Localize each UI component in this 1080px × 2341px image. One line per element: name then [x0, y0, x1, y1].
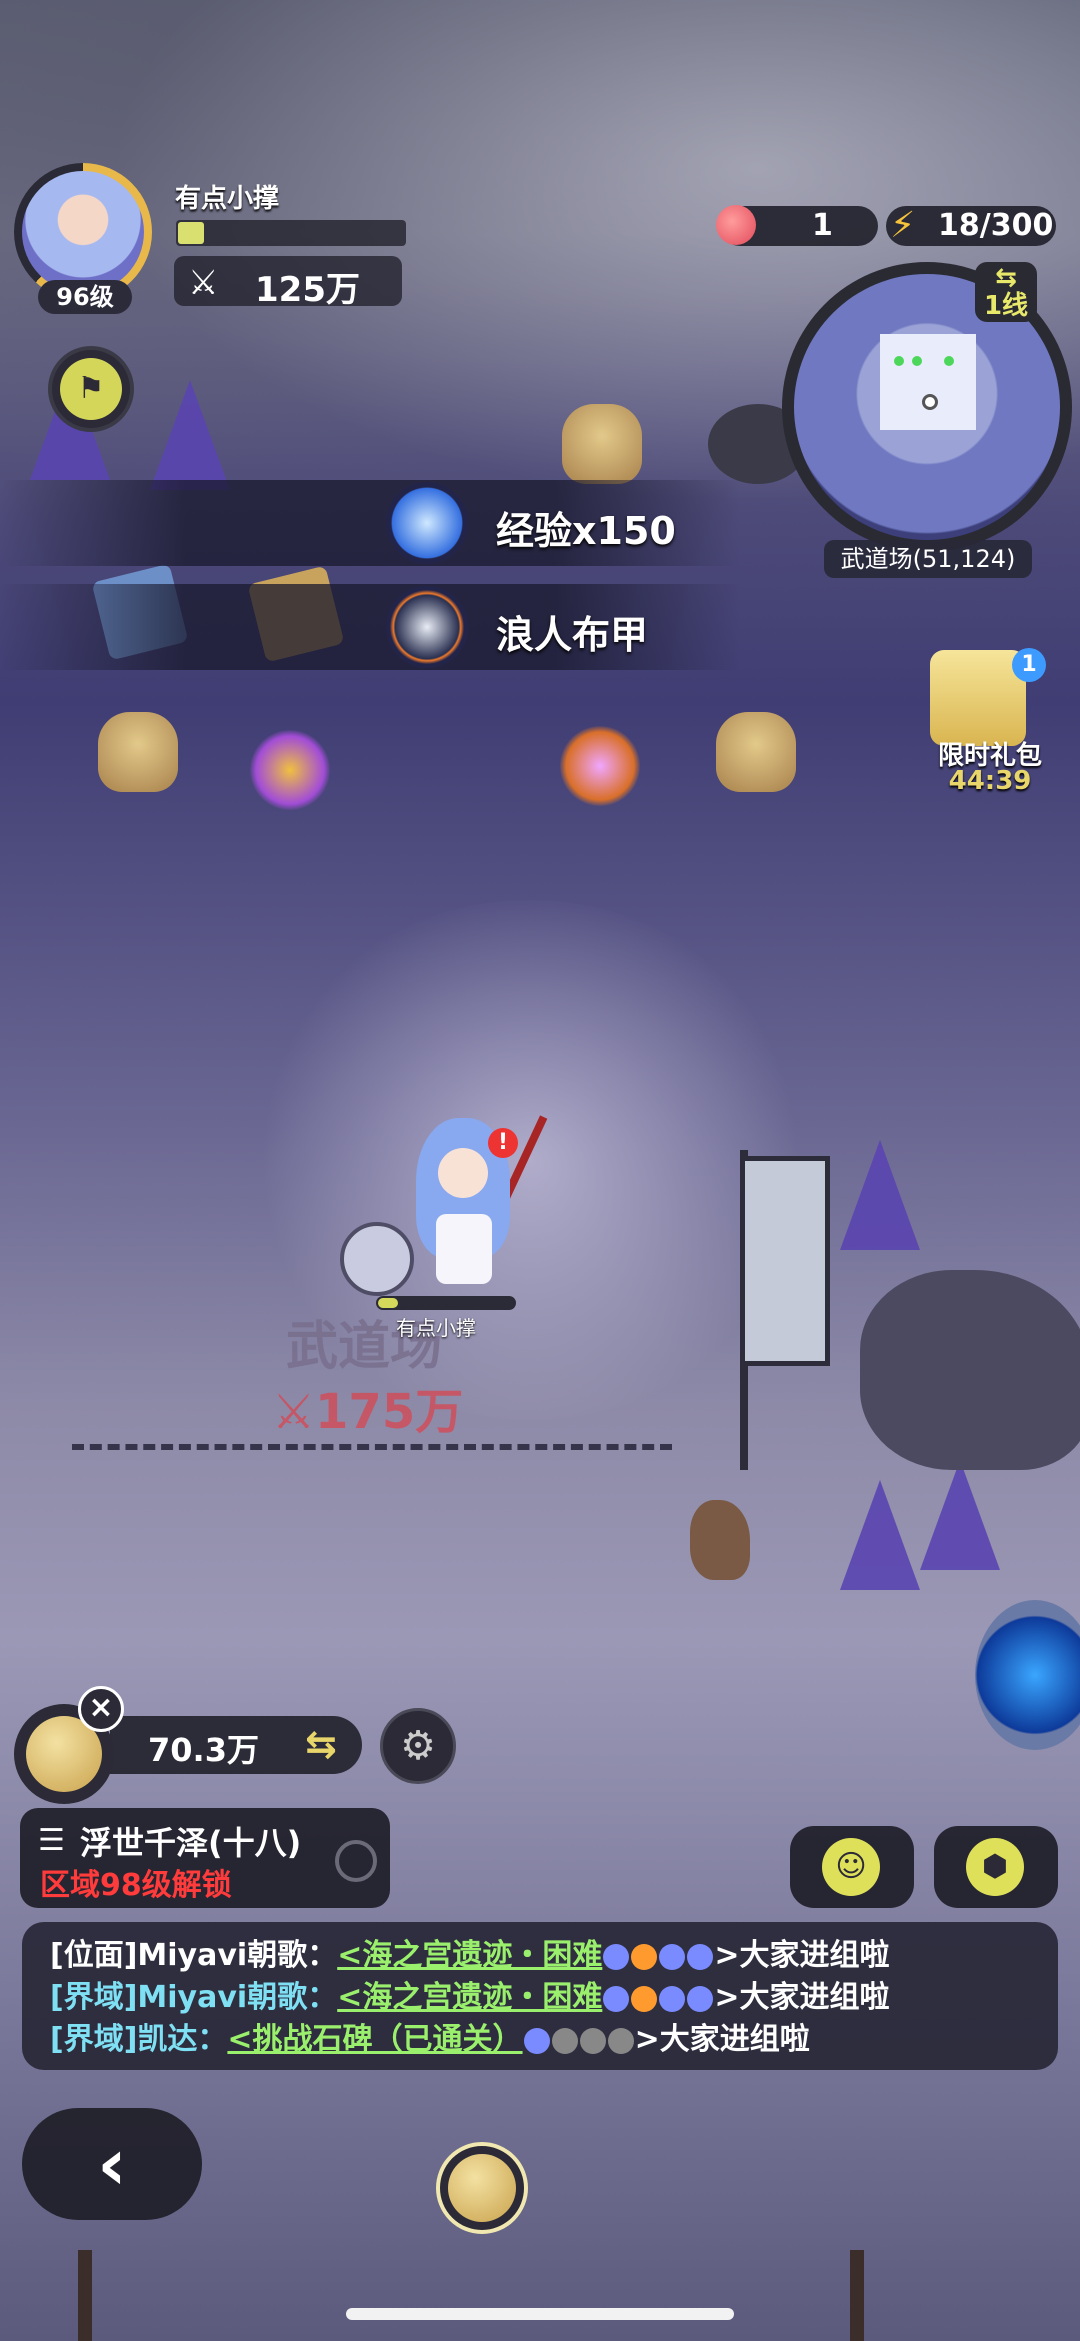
- gem-icon: [687, 1985, 714, 2012]
- lightning-icon: ⚡: [890, 205, 916, 246]
- player-name: 有点小撑: [175, 184, 280, 214]
- energy-value: 18/300: [938, 208, 1054, 243]
- exp-bar: [176, 220, 406, 246]
- exp-bar-fill: [178, 222, 204, 244]
- minimap-marker: [894, 356, 904, 366]
- pet-companion[interactable]: [340, 1222, 414, 1296]
- quest-name: 浮世千泽(十八): [80, 1824, 302, 1862]
- sack-item[interactable]: [716, 712, 796, 792]
- inventory-button[interactable]: ⬢: [934, 1826, 1058, 1908]
- quest-requirement: 区域98级解锁: [40, 1868, 232, 1903]
- sack-item[interactable]: [98, 712, 178, 792]
- exp-orb-icon: [386, 482, 468, 564]
- crystal-item[interactable]: [560, 726, 640, 806]
- target-icon[interactable]: [335, 1840, 377, 1882]
- chat-line[interactable]: [界域]Miyavi朝歌：<海之宫遗迹・困难 >大家进组啦: [50, 1972, 889, 2016]
- gem-icon: [631, 1943, 658, 1970]
- swap-icon: ⇆: [995, 263, 1017, 293]
- home-indicator[interactable]: [346, 2308, 734, 2320]
- chat-text: >大家进组啦: [714, 1980, 890, 2015]
- sack-item[interactable]: [562, 404, 642, 484]
- flag-icon: ⚑: [60, 358, 122, 420]
- fence-post: [78, 2250, 92, 2341]
- minimap-marker: [944, 356, 954, 366]
- loot-text: 经验x150: [496, 509, 676, 553]
- avatar[interactable]: [22, 171, 144, 293]
- chat-channel: [界域]凯达：: [50, 2022, 228, 2057]
- power-value: 125万: [255, 270, 360, 310]
- level-badge: 96级: [38, 280, 132, 314]
- guild-flag-button[interactable]: ⚑: [48, 346, 134, 432]
- chat-link[interactable]: <海之宫遗迹・困难: [337, 1938, 602, 1973]
- center-coin-button[interactable]: [436, 2142, 528, 2234]
- gem-icon: [551, 2027, 578, 2054]
- crystal-decoration: [150, 380, 230, 490]
- character-outfit: [436, 1214, 492, 1284]
- chat-text: >大家进组啦: [634, 2022, 810, 2057]
- gem-icon: [603, 1985, 630, 2012]
- coin-icon: [448, 2154, 516, 2222]
- chat-panel[interactable]: [位面]Miyavi朝歌：<海之宫遗迹・困难 >大家进组啦 [界域]Miyavi朝…: [22, 1922, 1058, 2070]
- portal[interactable]: [975, 1600, 1080, 1750]
- gem-icon: [687, 1943, 714, 1970]
- peach-icon: [716, 205, 756, 245]
- minimap-marker: [912, 356, 922, 366]
- chat-channel: [位面]Miyavi朝歌：: [50, 1938, 338, 1973]
- gem-icon: [659, 1943, 686, 1970]
- gem-icon: [603, 1943, 630, 1970]
- gift-count-badge: 1: [1012, 648, 1046, 682]
- emote-button[interactable]: ☺: [790, 1826, 914, 1908]
- back-button[interactable]: ‹: [22, 2108, 202, 2220]
- face-icon: ☺: [822, 1838, 880, 1896]
- character-hp-fill: [378, 1298, 398, 1308]
- crystal-decoration: [920, 1460, 1000, 1570]
- cube-icon: ⬢: [966, 1838, 1024, 1896]
- crossed-swords-icon: ⚔: [188, 263, 219, 303]
- gear-icon[interactable]: ⚙: [380, 1708, 456, 1784]
- gem-icon: [607, 2027, 634, 2054]
- gem-icon: [659, 1985, 686, 2012]
- zone-boundary: [72, 1444, 672, 1450]
- peach-count: 1: [812, 208, 833, 243]
- rock-formation: [860, 1270, 1080, 1470]
- loot-text: 浪人布甲: [496, 613, 649, 657]
- map-location-label: 武道场(51,124): [824, 540, 1032, 578]
- line-label: 1线: [983, 291, 1029, 321]
- armor-icon: [386, 586, 468, 668]
- banner-flag: [740, 1156, 830, 1366]
- chat-link[interactable]: <海之宫遗迹・困难: [337, 1980, 602, 2015]
- crystal-decoration: [840, 1140, 920, 1250]
- gem-icon: [523, 2027, 550, 2054]
- chat-channel: [界域]Miyavi朝歌：: [50, 1980, 338, 2015]
- treasure-item[interactable]: [250, 730, 330, 810]
- character-face: [438, 1148, 488, 1198]
- server-line-button[interactable]: ⇆ 1线: [975, 262, 1037, 322]
- chat-line[interactable]: [位面]Miyavi朝歌：<海之宫遗迹・困难 >大家进组啦: [50, 1930, 889, 1974]
- gift-timer: 44:39: [948, 766, 1032, 796]
- crystal-decoration: [840, 1480, 920, 1590]
- alert-icon: !: [488, 1128, 518, 1158]
- fence-post: [850, 2250, 864, 2341]
- close-icon[interactable]: ×: [78, 1686, 124, 1732]
- chat-line[interactable]: [界域]凯达：<挑战石碑（已通关） >大家进组啦: [50, 2014, 810, 2058]
- zone-power: ⚔175万: [272, 1372, 463, 1442]
- list-icon: ☰: [38, 1823, 65, 1858]
- chat-text: >大家进组啦: [714, 1938, 890, 1973]
- minimap-area: [880, 334, 976, 430]
- chat-link[interactable]: <挑战石碑（已通关）: [227, 2022, 522, 2057]
- player-position-marker: [922, 394, 938, 410]
- wood-stump: [690, 1500, 750, 1580]
- gem-icon: [631, 1985, 658, 2012]
- character-name: 有点小撑: [396, 1316, 476, 1340]
- gold-value: 70.3万: [148, 1731, 259, 1769]
- crossed-swords-icon: ⚔: [272, 1384, 316, 1440]
- swap-icon[interactable]: ⇆: [305, 1722, 337, 1766]
- zone-power-value: 175万: [315, 1384, 464, 1440]
- gem-icon: [579, 2027, 606, 2054]
